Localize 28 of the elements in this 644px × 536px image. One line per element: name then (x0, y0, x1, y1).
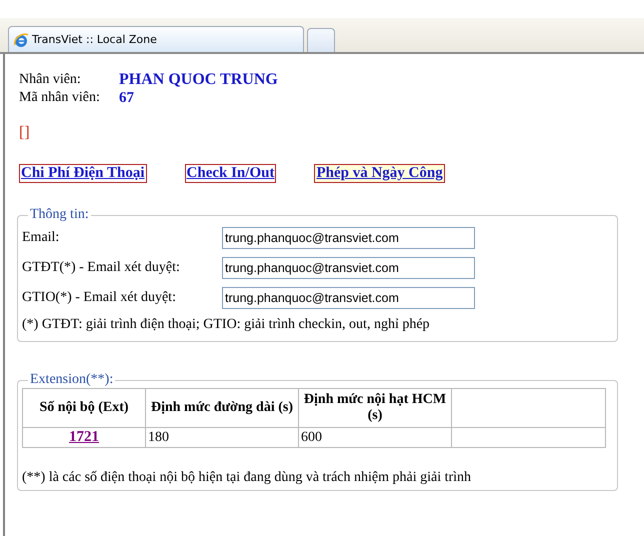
footnote: (**) là các số điện thoại nội bộ hiện tại đang dùng và trách nhiệm phải giải trình (22, 470, 472, 486)
bracket-marker: [] (19, 124, 30, 141)
panel-legend: Extension(**): (28, 372, 116, 388)
table-cell: 180 (146, 428, 298, 448)
nav-link[interactable]: Chi Phí Điện Thoại (19, 164, 147, 183)
footnote: (*) GTĐT: giải trình điện thoại; GTIO: giải trình checkin, out, nghỉ phép (22, 317, 431, 333)
browser-e-icon (13, 32, 29, 48)
column-header: Định mức đường dài (s) (146, 388, 298, 428)
employee-label: Nhân viên: (19, 71, 82, 89)
employee-name: PHAN QUOC TRUNG (119, 71, 278, 89)
field-label: GTĐT(*) - Email xét duyệt: (22, 260, 181, 276)
email-field[interactable]: trung.phanquoc@transviet.com (222, 257, 475, 279)
email-field[interactable]: trung.phanquoc@transviet.com (222, 227, 475, 249)
field-label: GTIO(*) - Email xét duyệt: (22, 290, 177, 306)
field-label: Email: (22, 230, 60, 246)
extension-link[interactable]: 1721 (69, 429, 99, 445)
employee-id: 67 (119, 89, 134, 107)
panel-legend: Thông tin: (28, 207, 91, 223)
employee-id-label: Mã nhân viên: (19, 89, 101, 107)
tab-title: TransViet :: Local Zone (32, 33, 157, 46)
column-header: Định mức nội hạt HCM (s) (298, 388, 452, 428)
column-header: Số nội bộ (Ext) (22, 388, 146, 428)
browser-tab[interactable]: TransViet :: Local Zone (8, 26, 304, 52)
nav-link[interactable]: Phép và Ngày Công (314, 164, 445, 183)
email-field[interactable]: trung.phanquoc@transviet.com (222, 287, 475, 309)
table-cell: 600 (298, 428, 452, 448)
new-tab-button[interactable] (307, 28, 335, 52)
nav-link[interactable]: Check In/Out (184, 164, 276, 183)
